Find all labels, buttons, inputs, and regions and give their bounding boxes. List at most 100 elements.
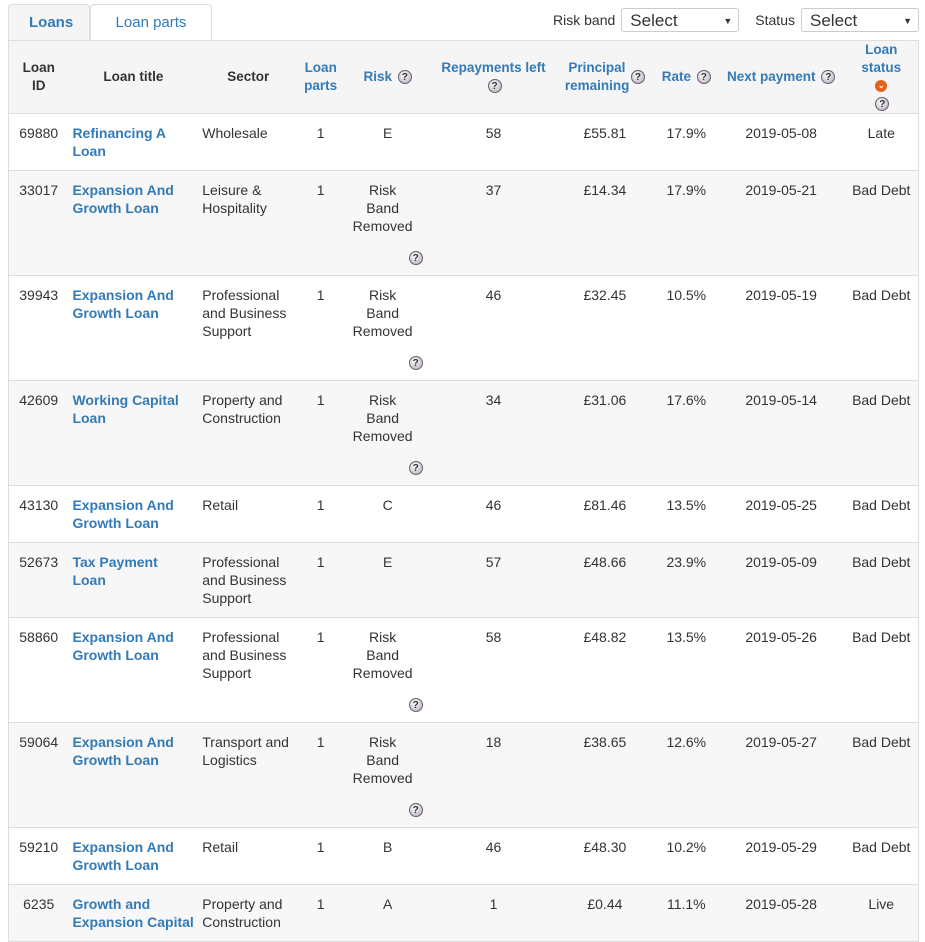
repayments-left: 46: [432, 827, 555, 885]
rate: 13.5%: [654, 485, 718, 543]
table-header: Loan ID Loan title Sector Loan parts Ris…: [8, 40, 919, 114]
risk-cell: E: [343, 113, 433, 171]
rate: 13.5%: [654, 617, 718, 723]
loan-title-link[interactable]: Tax Payment Loan: [72, 554, 157, 588]
loan-title-link[interactable]: Expansion And Growth Loan: [72, 734, 173, 768]
sector: Retail: [198, 827, 299, 885]
table-row: 39943 Expansion And Growth Loan Professi…: [8, 275, 919, 381]
question-circle-icon[interactable]: ?: [408, 698, 423, 712]
status-select[interactable]: Select ▼: [801, 8, 919, 32]
tab-bar: Loans Loan parts: [8, 4, 212, 40]
risk-band-select[interactable]: Select ▼: [621, 8, 740, 32]
next-payment: 2019-05-28: [717, 884, 845, 942]
risk-cell: Risk Band Removed?: [343, 722, 433, 828]
rate: 11.1%: [654, 884, 718, 942]
rate: 17.6%: [654, 380, 718, 486]
loan-title-link[interactable]: Expansion And Growth Loan: [72, 287, 173, 321]
risk-cell: C: [343, 485, 433, 543]
table-row: 59210 Expansion And Growth Loan Retail 1…: [8, 827, 919, 885]
loan-parts: 1: [298, 485, 344, 543]
loan-title-cell: Expansion And Growth Loan: [68, 170, 199, 276]
repayments-left: 58: [432, 617, 555, 723]
sort-descending-icon[interactable]: ⌄: [875, 80, 888, 93]
col-loan-parts[interactable]: Loan parts: [298, 40, 344, 114]
table-body: 69880 Refinancing A Loan Wholesale 1 E 5…: [8, 113, 919, 942]
risk-cell: Risk Band Removed?: [343, 380, 433, 486]
col-sector: Sector: [198, 40, 299, 114]
sector: Professional and Business Support: [198, 617, 299, 723]
risk-band-value: Select: [630, 11, 678, 30]
col-loan-id: Loan ID: [8, 40, 69, 114]
loan-title-link[interactable]: Refinancing A Loan: [72, 125, 165, 159]
loan-title-cell: Expansion And Growth Loan: [68, 722, 199, 828]
loan-parts: 1: [298, 884, 344, 942]
sector: Transport and Logistics: [198, 722, 299, 828]
question-circle-icon[interactable]: ?: [408, 461, 423, 475]
next-payment: 2019-05-25: [717, 485, 845, 543]
loan-parts: 1: [298, 617, 344, 723]
rate: 17.9%: [654, 113, 718, 171]
col-loan-status[interactable]: Loan status⌄?: [844, 40, 919, 114]
loan-parts: 1: [298, 170, 344, 276]
loan-title-link[interactable]: Expansion And Growth Loan: [72, 497, 173, 531]
risk-value: Risk Band Removed: [352, 287, 413, 339]
question-circle-icon[interactable]: ?: [630, 70, 645, 84]
loan-title-link[interactable]: Growth and Expansion Capital: [72, 896, 193, 930]
sector: Property and Construction: [198, 380, 299, 486]
question-circle-icon[interactable]: ?: [487, 79, 502, 94]
sector: Property and Construction: [198, 884, 299, 942]
next-payment: 2019-05-27: [717, 722, 845, 828]
loan-title-cell: Expansion And Growth Loan: [68, 485, 199, 543]
loan-title-cell: Working Capital Loan: [68, 380, 199, 486]
table-row: 33017 Expansion And Growth Loan Leisure …: [8, 170, 919, 276]
question-circle-icon[interactable]: ?: [397, 70, 412, 85]
caret-down-icon: ▼: [903, 16, 912, 26]
table-row: 52673 Tax Payment Loan Professional and …: [8, 542, 919, 618]
loan-title-cell: Expansion And Growth Loan: [68, 617, 199, 723]
loan-id: 69880: [8, 113, 69, 171]
table-row: 69880 Refinancing A Loan Wholesale 1 E 5…: [8, 113, 919, 171]
loan-status: Bad Debt: [844, 542, 919, 618]
loan-status: Bad Debt: [844, 380, 919, 486]
loan-title-link[interactable]: Expansion And Growth Loan: [72, 182, 173, 216]
question-circle-icon[interactable]: ?: [408, 803, 423, 817]
col-next-payment[interactable]: Next payment ?: [717, 40, 845, 114]
loan-id: 52673: [8, 542, 69, 618]
loan-id: 59064: [8, 722, 69, 828]
risk-band-label: Risk band: [553, 12, 616, 28]
repayments-left: 58: [432, 113, 555, 171]
loan-title-link[interactable]: Working Capital Loan: [72, 392, 178, 426]
rate: 10.2%: [654, 827, 718, 885]
question-circle-icon[interactable]: ?: [408, 251, 423, 265]
loan-title-cell: Expansion And Growth Loan: [68, 827, 199, 885]
loan-status: Bad Debt: [844, 827, 919, 885]
repayments-left: 18: [432, 722, 555, 828]
principal-remaining: £48.66: [554, 542, 655, 618]
next-payment: 2019-05-19: [717, 275, 845, 381]
question-circle-icon[interactable]: ?: [408, 356, 423, 370]
next-payment: 2019-05-29: [717, 827, 845, 885]
loan-title-link[interactable]: Expansion And Growth Loan: [72, 839, 173, 873]
repayments-left: 1: [432, 884, 555, 942]
table-row: 42609 Working Capital Loan Property and …: [8, 380, 919, 486]
tab-loan-parts[interactable]: Loan parts: [90, 4, 212, 40]
risk-cell: E: [343, 542, 433, 618]
loan-status: Bad Debt: [844, 722, 919, 828]
next-payment: 2019-05-26: [717, 617, 845, 723]
question-circle-icon[interactable]: ?: [821, 70, 836, 85]
loan-title-link[interactable]: Expansion And Growth Loan: [72, 629, 173, 663]
col-rate[interactable]: Rate ?: [654, 40, 718, 114]
repayments-left: 37: [432, 170, 555, 276]
col-risk[interactable]: Risk ?: [343, 40, 433, 114]
filters: Risk band Select ▼ Status Select ▼: [553, 8, 919, 32]
loan-id: 43130: [8, 485, 69, 543]
sector: Wholesale: [198, 113, 299, 171]
question-circle-icon[interactable]: ?: [696, 70, 711, 85]
next-payment: 2019-05-21: [717, 170, 845, 276]
question-circle-icon[interactable]: ?: [875, 97, 890, 112]
table-row: 6235 Growth and Expansion Capital Proper…: [8, 884, 919, 942]
loan-parts: 1: [298, 275, 344, 381]
col-repayments-left[interactable]: Repayments left?: [432, 40, 555, 114]
col-principal-remaining[interactable]: Principal remaining?: [554, 40, 655, 114]
tab-loans[interactable]: Loans: [8, 4, 90, 40]
